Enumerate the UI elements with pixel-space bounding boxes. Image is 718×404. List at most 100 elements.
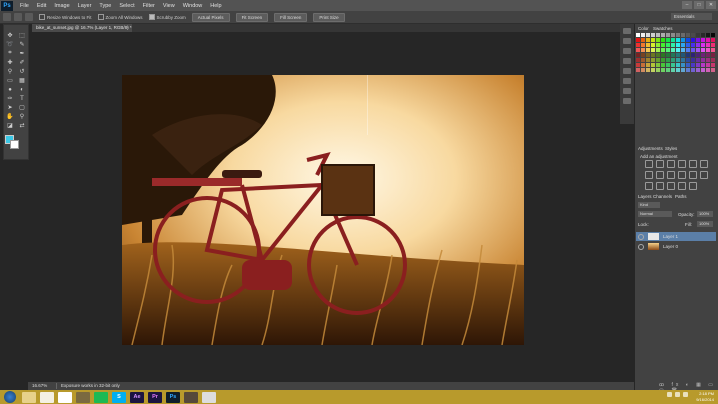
- pen-tool-icon[interactable]: ✑: [4, 94, 16, 103]
- brush-tool-icon[interactable]: ✐: [16, 58, 28, 67]
- swatch-chip[interactable]: [711, 48, 715, 52]
- swatch-chip[interactable]: [676, 63, 680, 67]
- swatch-chip[interactable]: [691, 48, 695, 52]
- swatch-chip[interactable]: [651, 58, 655, 62]
- swatch-chip[interactable]: [711, 38, 715, 42]
- swatch-chip[interactable]: [671, 38, 675, 42]
- swatch-chip[interactable]: [691, 63, 695, 67]
- swatch-chip[interactable]: [661, 43, 665, 47]
- zoom-tool-icon[interactable]: ⚲: [16, 112, 28, 121]
- swatch-chip[interactable]: [636, 58, 640, 62]
- crop-tool-icon[interactable]: ⌗: [4, 49, 16, 58]
- swatch-chip[interactable]: [641, 53, 645, 57]
- swatch-chip[interactable]: [636, 38, 640, 42]
- swatch-chip[interactable]: [701, 48, 705, 52]
- swatch-chip[interactable]: [671, 53, 675, 57]
- menu-type[interactable]: Type: [95, 3, 115, 9]
- menu-window[interactable]: Window: [179, 3, 207, 9]
- swatch-chip[interactable]: [646, 33, 650, 37]
- zoom-in-icon[interactable]: [14, 13, 22, 21]
- swatch-chip[interactable]: [666, 38, 670, 42]
- swatches-grid[interactable]: [636, 33, 716, 75]
- swatch-chip[interactable]: [676, 48, 680, 52]
- swatch-chip[interactable]: [651, 33, 655, 37]
- swatch-chip[interactable]: [676, 68, 680, 72]
- zoom-level[interactable]: 16.67%: [32, 382, 47, 390]
- swatch-chip[interactable]: [711, 43, 715, 47]
- close-tab-icon[interactable]: ×: [126, 24, 129, 32]
- healing-tool-icon[interactable]: ✚: [4, 58, 16, 67]
- quick-select-tool-icon[interactable]: ✎: [16, 40, 28, 49]
- swatch-chip[interactable]: [666, 48, 670, 52]
- swatch-chip[interactable]: [681, 68, 685, 72]
- swatch-chip[interactable]: [661, 68, 665, 72]
- gradient-tool-icon[interactable]: ▦: [16, 76, 28, 85]
- swatch-chip[interactable]: [691, 43, 695, 47]
- blur-tool-icon[interactable]: ●: [4, 85, 16, 94]
- swatch-chip[interactable]: [696, 63, 700, 67]
- swatch-chip[interactable]: [676, 58, 680, 62]
- swatch-chip[interactable]: [711, 33, 715, 37]
- swatch-chip[interactable]: [641, 38, 645, 42]
- eraser-tool-icon[interactable]: ▭: [4, 76, 16, 85]
- swatch-chip[interactable]: [676, 53, 680, 57]
- gradient-map-adjustment-icon[interactable]: [689, 182, 697, 190]
- levels-adjustment-icon[interactable]: [656, 160, 664, 168]
- swatch-chip[interactable]: [691, 33, 695, 37]
- swatch-chip[interactable]: [666, 33, 670, 37]
- type-tool-icon[interactable]: T: [16, 94, 28, 103]
- swatch-chip[interactable]: [661, 53, 665, 57]
- swatch-chip[interactable]: [656, 38, 660, 42]
- taskbar-chrome-icon[interactable]: [58, 391, 72, 403]
- swatch-chip[interactable]: [711, 68, 715, 72]
- layer-filter-kind[interactable]: Kind: [638, 202, 660, 208]
- clone-stamp-tool-icon[interactable]: ⚲: [4, 67, 16, 76]
- swatch-chip[interactable]: [641, 33, 645, 37]
- maximize-button[interactable]: □: [694, 1, 704, 9]
- swatch-chip[interactable]: [646, 63, 650, 67]
- swatch-chip[interactable]: [636, 33, 640, 37]
- dodge-tool-icon[interactable]: ◐: [16, 85, 28, 94]
- swatch-chip[interactable]: [701, 38, 705, 42]
- swatch-chip[interactable]: [661, 58, 665, 62]
- swatch-chip[interactable]: [691, 68, 695, 72]
- menu-edit[interactable]: Edit: [33, 3, 50, 9]
- tab-color[interactable]: Color: [638, 26, 649, 31]
- swatch-chip[interactable]: [706, 63, 710, 67]
- tab-swatches[interactable]: Swatches: [653, 26, 673, 31]
- color-balance-adjustment-icon[interactable]: [656, 171, 664, 179]
- brush-panel-icon[interactable]: [623, 78, 631, 84]
- swatch-chip[interactable]: [696, 48, 700, 52]
- brightness-adjustment-icon[interactable]: [645, 160, 653, 168]
- tab-adjustments[interactable]: Adjustments: [638, 146, 663, 151]
- swatch-chip[interactable]: [686, 63, 690, 67]
- swatch-chip[interactable]: [671, 68, 675, 72]
- swatch-chip[interactable]: [651, 38, 655, 42]
- print-size-button[interactable]: Print Size: [313, 12, 345, 22]
- swatch-chip[interactable]: [701, 58, 705, 62]
- taskbar-premiere-icon[interactable]: Pr: [148, 391, 162, 403]
- black-white-adjustment-icon[interactable]: [667, 171, 675, 179]
- character-panel-icon[interactable]: [623, 68, 631, 74]
- swatch-chip[interactable]: [676, 33, 680, 37]
- swatch-chip[interactable]: [706, 53, 710, 57]
- swatch-chip[interactable]: [646, 68, 650, 72]
- eyedropper-tool-icon[interactable]: ✒: [16, 49, 28, 58]
- swatch-chip[interactable]: [676, 38, 680, 42]
- fill-field[interactable]: 100%: [697, 221, 713, 227]
- swatch-chip[interactable]: [706, 38, 710, 42]
- swatch-chip[interactable]: [696, 68, 700, 72]
- swatch-chip[interactable]: [706, 68, 710, 72]
- threshold-adjustment-icon[interactable]: [667, 182, 675, 190]
- swatch-chip[interactable]: [641, 58, 645, 62]
- selective-color-adjustment-icon[interactable]: [678, 182, 686, 190]
- swatch-chip[interactable]: [671, 58, 675, 62]
- properties-panel-icon[interactable]: [623, 38, 631, 44]
- swatch-chip[interactable]: [636, 63, 640, 67]
- zoom-tool-icon[interactable]: [3, 13, 11, 21]
- tab-layers[interactable]: Layers: [638, 194, 652, 199]
- swatch-chip[interactable]: [696, 43, 700, 47]
- swatch-chip[interactable]: [691, 53, 695, 57]
- swatch-chip[interactable]: [661, 38, 665, 42]
- blend-mode-select[interactable]: Normal: [638, 211, 672, 217]
